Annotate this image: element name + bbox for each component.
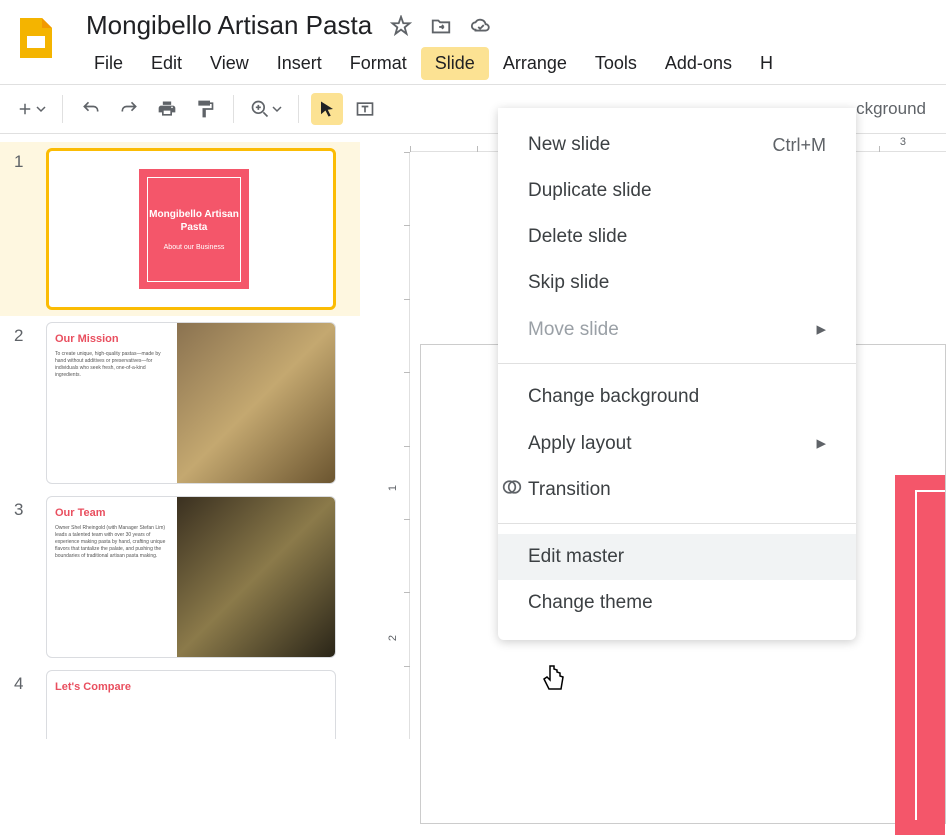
menu-arrange[interactable]: Arrange xyxy=(489,47,581,80)
menu-apply-layout[interactable]: Apply layout ▸ xyxy=(498,420,856,467)
slide-thumbnail-2[interactable]: 2 Our Mission To create unique, high-qua… xyxy=(0,316,360,490)
thumb-title: Our Mission xyxy=(55,333,169,345)
header: Mongibello Artisan Pasta File Edit View … xyxy=(0,0,946,80)
menu-change-theme[interactable]: Change theme xyxy=(498,580,856,626)
menu-edit-master[interactable]: Edit master xyxy=(498,534,856,580)
background-button-partial[interactable]: ckground xyxy=(848,95,934,123)
pasta-image xyxy=(177,323,335,483)
textbox-tool-icon[interactable] xyxy=(349,93,381,125)
thumb-title: Our Team xyxy=(55,507,169,519)
menu-move-slide: Move slide ▸ xyxy=(498,306,856,353)
menu-change-background[interactable]: Change background xyxy=(498,374,856,420)
menu-slide[interactable]: Slide xyxy=(421,47,489,80)
print-icon[interactable] xyxy=(151,93,183,125)
menu-tools[interactable]: Tools xyxy=(581,47,651,80)
cursor-pointer-icon xyxy=(540,664,568,701)
chevron-right-icon: ▸ xyxy=(816,432,826,455)
chevron-right-icon: ▸ xyxy=(816,318,826,341)
menu-divider xyxy=(498,363,856,364)
paint-format-icon[interactable] xyxy=(189,93,221,125)
thumb-title: Let's Compare xyxy=(55,681,169,693)
thumb-body: To create unique, high-quality pastas—ma… xyxy=(55,351,169,379)
transition-icon xyxy=(502,477,524,503)
new-slide-button[interactable] xyxy=(12,96,50,122)
select-tool-icon[interactable] xyxy=(311,93,343,125)
menu-format[interactable]: Format xyxy=(336,47,421,80)
move-folder-icon[interactable] xyxy=(430,15,452,37)
menu-file[interactable]: File xyxy=(80,47,137,80)
zoom-button[interactable] xyxy=(246,95,286,123)
cloud-status-icon[interactable] xyxy=(470,15,492,37)
menu-skip-slide[interactable]: Skip slide xyxy=(498,260,856,306)
menu-duplicate-slide[interactable]: Duplicate slide xyxy=(498,168,856,214)
menu-addons[interactable]: Add-ons xyxy=(651,47,746,80)
vertical-ruler: 1 2 xyxy=(386,152,410,739)
team-image xyxy=(177,497,335,657)
redo-icon[interactable] xyxy=(113,93,145,125)
menu-view[interactable]: View xyxy=(196,47,263,80)
star-icon[interactable] xyxy=(390,15,412,37)
slide-number: 4 xyxy=(14,670,34,739)
menu-transition[interactable]: Transition xyxy=(498,467,856,513)
menu-delete-slide[interactable]: Delete slide xyxy=(498,214,856,260)
menu-divider xyxy=(498,523,856,524)
menu-edit[interactable]: Edit xyxy=(137,47,196,80)
menu-insert[interactable]: Insert xyxy=(263,47,336,80)
menubar: File Edit View Insert Format Slide Arran… xyxy=(80,47,934,80)
slide-number: 3 xyxy=(14,496,34,658)
menu-help[interactable]: H xyxy=(746,47,787,80)
slide-number: 2 xyxy=(14,322,34,484)
thumb-title: Mongibello Artisan Pasta xyxy=(148,208,240,234)
thumb-body: Owner Shel Rheingold (with Manager Stefa… xyxy=(55,525,169,560)
slide-panel: 1 Mongibello Artisan Pasta About our Bus… xyxy=(0,134,360,739)
slide-dropdown-menu: New slide Ctrl+M Duplicate slide Delete … xyxy=(498,108,856,640)
undo-icon[interactable] xyxy=(75,93,107,125)
slide-thumbnail-3[interactable]: 3 Our Team Owner Shel Rheingold (with Ma… xyxy=(0,490,360,664)
slide-number: 1 xyxy=(14,148,34,310)
thumb-subtitle: About our Business xyxy=(164,244,225,251)
slide-thumbnail-1[interactable]: 1 Mongibello Artisan Pasta About our Bus… xyxy=(0,142,360,316)
shortcut-label: Ctrl+M xyxy=(773,135,827,156)
slides-logo[interactable] xyxy=(12,14,60,62)
document-title[interactable]: Mongibello Artisan Pasta xyxy=(80,8,378,43)
slide-thumbnail-4[interactable]: 4 Let's Compare xyxy=(0,664,360,739)
menu-new-slide[interactable]: New slide Ctrl+M xyxy=(498,122,856,168)
